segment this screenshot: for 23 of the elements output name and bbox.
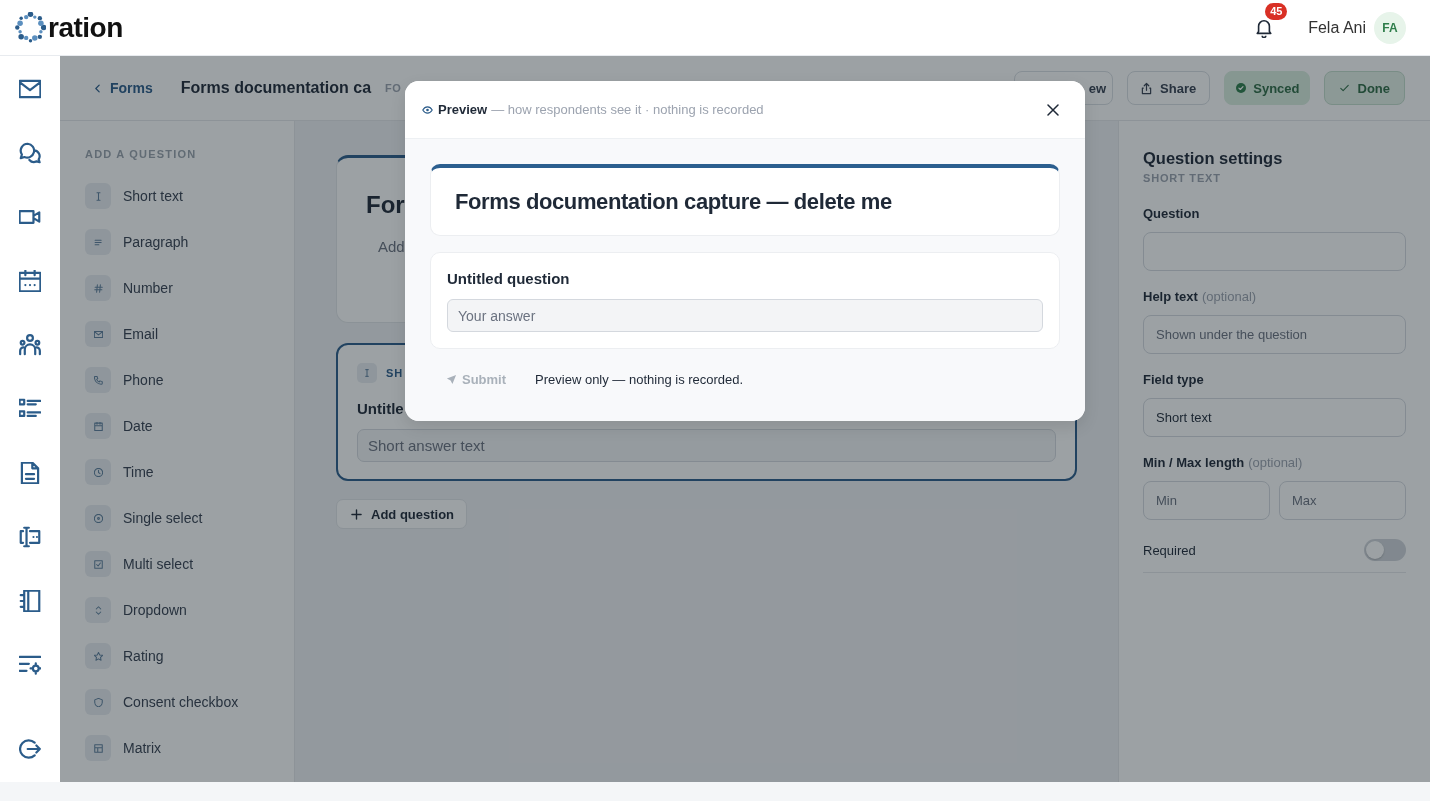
preview-form-title: Forms documentation capture — delete me <box>455 188 892 215</box>
optional-hint: (optional) <box>1248 455 1303 471</box>
field-label: Help text <box>1143 289 1198 305</box>
question-type-label: SH <box>386 367 403 379</box>
form-status-tag: FO <box>385 82 402 94</box>
notification-badge: 45 <box>1265 2 1288 20</box>
dialog-title: Preview <box>438 102 488 117</box>
form-heading: For <box>366 190 405 220</box>
form-description: Add <box>378 237 405 257</box>
preview-question-title: Untitled question <box>447 269 570 289</box>
optional-hint: (optional) <box>1201 289 1257 305</box>
field-label: Field type <box>1143 372 1204 388</box>
panel-title: Question settings <box>1143 148 1283 168</box>
question-title: Untitle <box>357 399 404 419</box>
panel-subtitle: SHORT TEXT <box>1143 171 1221 185</box>
dialog-subtitle: — how respondents see it · nothing is recorded <box>491 102 764 117</box>
section-heading: ADD A QUESTION <box>85 147 197 161</box>
brand-name: ration <box>48 11 123 44</box>
preview-note: Preview only — nothing is recorded. <box>535 371 744 387</box>
required-label: Required <box>1143 542 1196 558</box>
field-label: Min / Max length <box>1143 455 1245 471</box>
field-label: Question <box>1143 206 1200 222</box>
form-title: Forms documentation ca <box>180 79 372 97</box>
